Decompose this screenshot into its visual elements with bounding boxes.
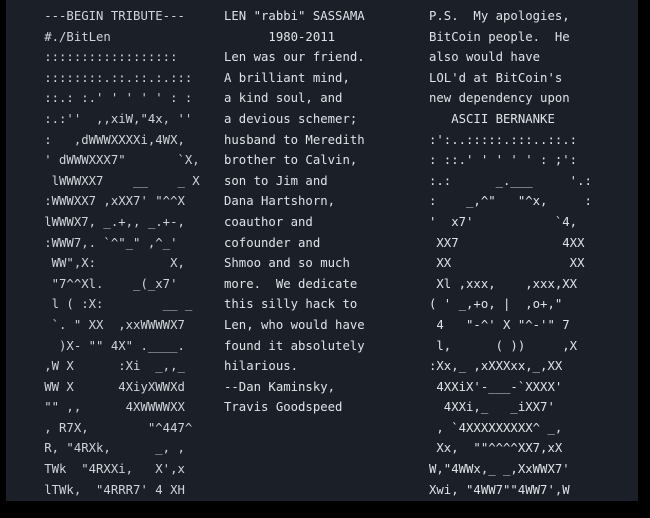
terminal-window: ---BEGIN TRIBUTE--- #./BitLen ::::::::::… — [6, 0, 638, 501]
tribute-text-column: LEN "rabbi" SASSAMA 1980-2011 Len was ou… — [224, 9, 365, 415]
bottom-border — [0, 501, 650, 518]
ascii-tribute-columns: ---BEGIN TRIBUTE--- #./BitLen ::::::::::… — [6, 6, 638, 501]
bitlen-ascii-art-column: ---BEGIN TRIBUTE--- #./BitLen ::::::::::… — [44, 9, 200, 497]
left-border — [0, 0, 6, 501]
ascii-bernanke-art-column: P.S. My apologies, BitCoin people. He al… — [429, 9, 592, 497]
right-border — [638, 0, 650, 501]
